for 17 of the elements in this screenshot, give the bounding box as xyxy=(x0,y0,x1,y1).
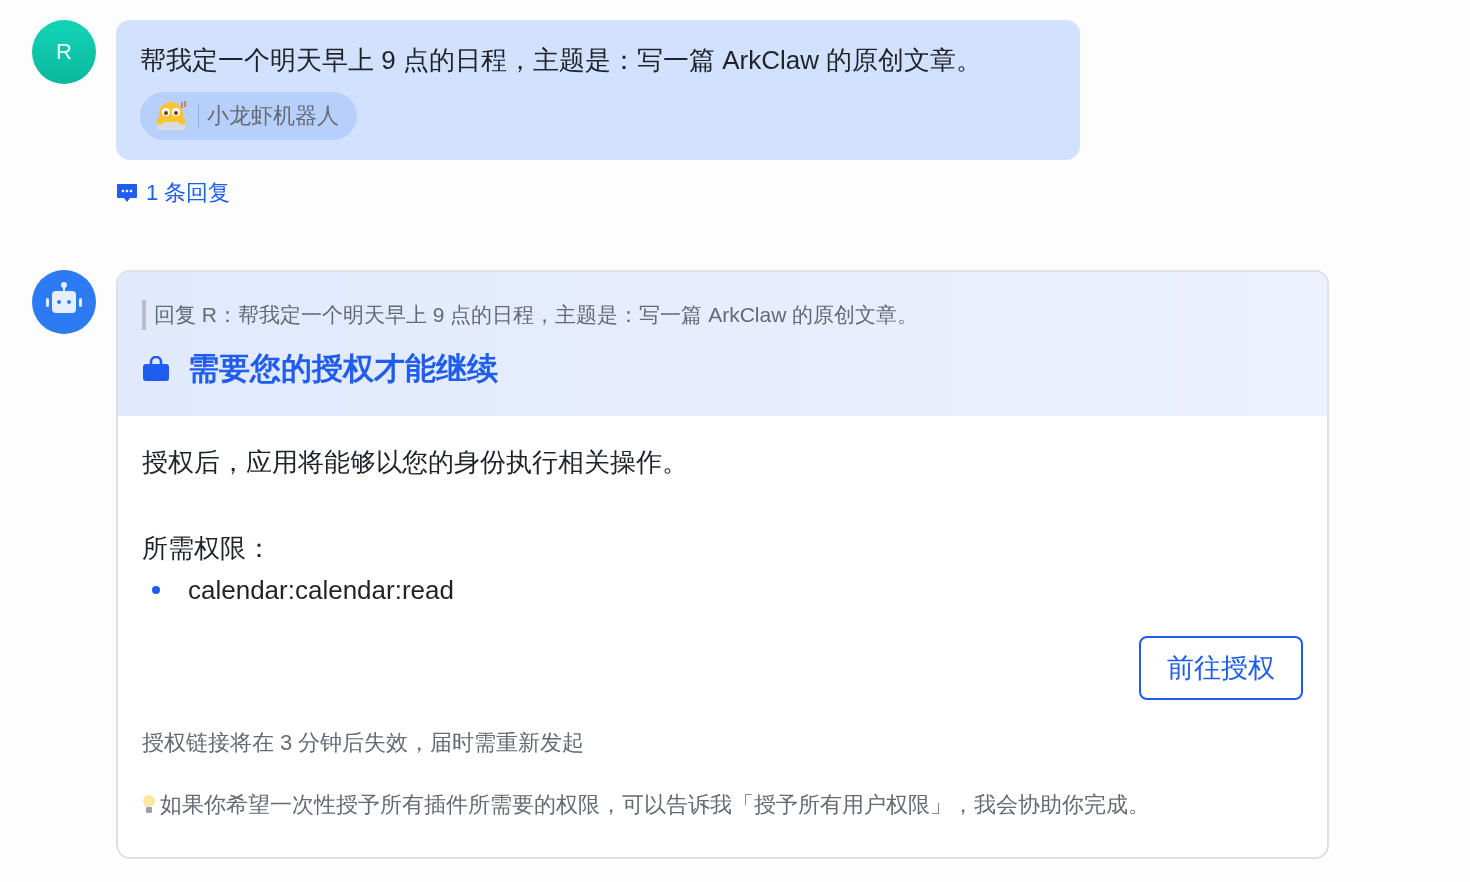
permissions-label: 所需权限： xyxy=(142,532,273,565)
authorize-button[interactable]: 前往授权 xyxy=(1139,636,1303,700)
comment-icon xyxy=(116,183,138,203)
message-text: 帮我定一个明天早上 9 点的日程，主题是：写一篇 ArkClaw 的原创文章。 xyxy=(140,44,984,77)
card-title: 需要您的授权才能继续 xyxy=(188,350,498,388)
replies-link[interactable]: 1 条回复 xyxy=(116,178,1080,208)
expiry-note: 授权链接将在 3 分钟后失效，届时需重新发起 xyxy=(142,729,586,757)
quoted-message: 回复 R：帮我定一个明天早上 9 点的日程，主题是：写一篇 ArkClaw 的原创文章。 xyxy=(142,300,1303,330)
permission-item: calendar:calendar:read xyxy=(188,574,454,607)
bullet-icon xyxy=(152,586,160,594)
tip-text: 如果你希望一次性授予所有插件所需要的权限，可以告诉我「授予所有用户权限」，我会协助你完成。 xyxy=(160,791,1150,819)
user-avatar: R xyxy=(32,20,96,84)
intro-text: 授权后，应用将能够以您的身份执行相关操作。 xyxy=(142,446,689,479)
robot-avatar xyxy=(32,270,96,334)
briefcase-icon xyxy=(142,356,170,382)
mention-chip[interactable]: 小龙虾机器人 xyxy=(140,92,357,140)
lightbulb-icon xyxy=(142,794,156,816)
